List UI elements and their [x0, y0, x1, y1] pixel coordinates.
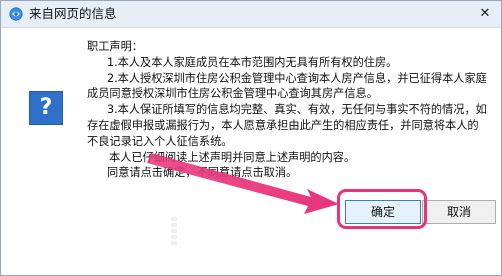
message-line: 3.本人保证所填写的信息均完整、真实、有效，无任何与事实不符的情况，如 [107, 103, 487, 117]
message-line: 成员同意授权深圳市住房公积金管理中心查询其房产信息。 [87, 87, 378, 101]
window-title: 来自网页的信息 [29, 6, 117, 21]
message-line: 本人已仔细阅读上述声明并同意上述声明的内容。 [109, 150, 356, 164]
message-line: 不良记录记入个人征信系统。 [87, 134, 233, 148]
browser-globe-icon [9, 7, 23, 21]
message-line: 2.本人授权深圳市住房公积金管理中心查询本人房产信息，并已征得本人家庭 [107, 71, 487, 85]
message-line: 1.本人及本人家庭成员在本市范围内无具有所有权的住房。 [107, 55, 398, 69]
dialog-window: 来自网页的信息 ✕ ? 职工声明： 1.本人及本人家庭成员在本市范围内无具有所有… [0, 0, 502, 276]
cancel-button[interactable]: 取消 [422, 200, 496, 224]
message-line: 同意请点击确定，不同意请点击取消。 [107, 166, 298, 180]
watermark-artifact [171, 215, 177, 245]
message-line: 存在虚假申报或漏报行为，本人愿意承担由此产生的相应责任，并同意将本人的 [87, 118, 479, 132]
question-icon: ? [29, 91, 63, 125]
close-icon[interactable]: ✕ [477, 6, 493, 22]
message-text: 职工声明： 1.本人及本人家庭成员在本市范围内无具有所有权的住房。 2.本人授权… [87, 39, 487, 181]
message-line: 职工声明： [87, 40, 143, 53]
title-bar[interactable]: 来自网页的信息 ✕ [1, 1, 501, 28]
ok-button-highlight [337, 189, 427, 229]
